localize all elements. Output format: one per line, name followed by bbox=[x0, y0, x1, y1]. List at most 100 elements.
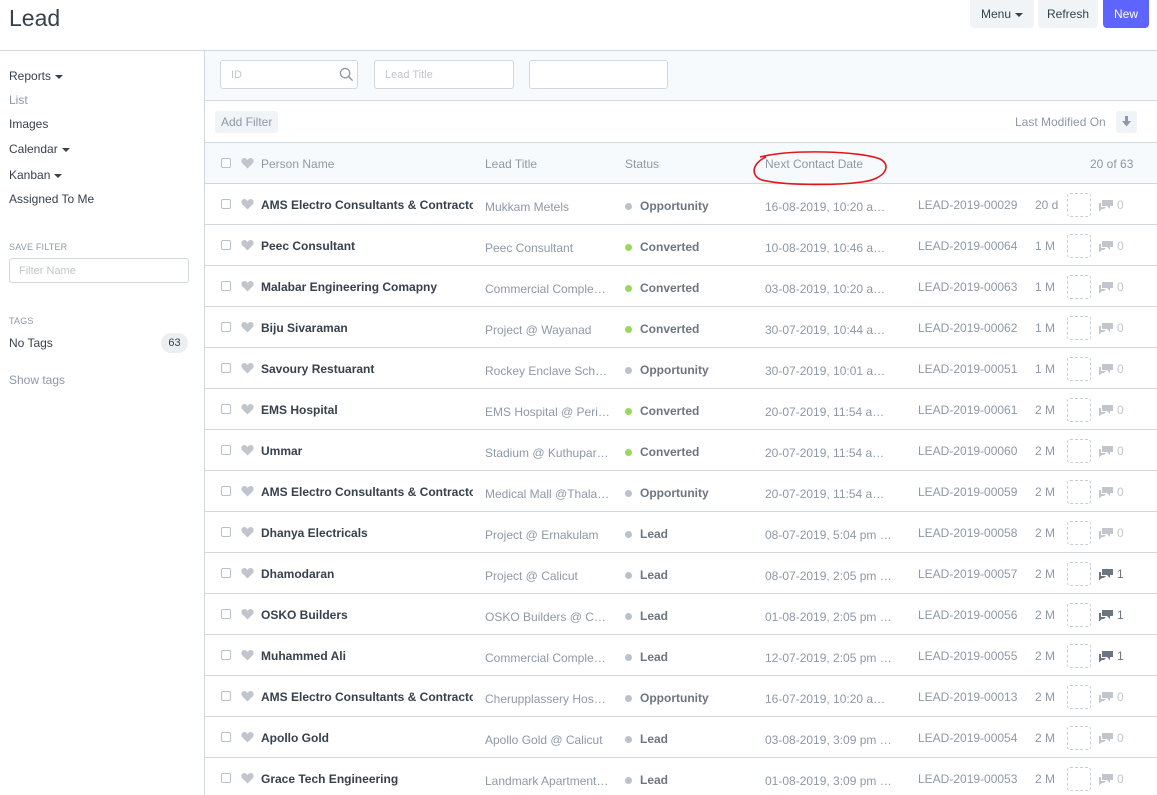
status-badge[interactable]: Lead bbox=[640, 609, 668, 623]
row-checkbox[interactable] bbox=[221, 650, 231, 660]
heart-icon[interactable] bbox=[241, 731, 254, 743]
new-button[interactable]: New bbox=[1103, 0, 1149, 28]
assignee-avatar[interactable] bbox=[1067, 767, 1091, 791]
row-checkbox[interactable] bbox=[221, 691, 231, 701]
status-badge[interactable]: Converted bbox=[640, 281, 699, 295]
status-badge[interactable]: Lead bbox=[640, 568, 668, 582]
person-name[interactable]: Biju Sivaraman bbox=[261, 321, 473, 335]
row-checkbox[interactable] bbox=[221, 363, 231, 373]
header-lead-title[interactable]: Lead Title bbox=[485, 157, 537, 171]
sidebar-item-assigned-to-me[interactable]: Assigned To Me bbox=[9, 192, 94, 206]
table-row[interactable]: AMS Electro Consultants & Contracto Medic… bbox=[205, 471, 1157, 512]
person-name[interactable]: Peec Consultant bbox=[261, 239, 473, 253]
person-name[interactable]: AMS Electro Consultants & Contracto bbox=[261, 198, 473, 212]
sort-order-button[interactable] bbox=[1116, 111, 1137, 133]
table-row[interactable]: Ummar Stadium @ Kuthupara⋯ Converted 20-07-… bbox=[205, 430, 1157, 471]
table-row[interactable]: Savoury Restuarant Rockey Enclave Scheme O… bbox=[205, 348, 1157, 389]
assignee-avatar[interactable] bbox=[1067, 234, 1091, 258]
row-checkbox[interactable] bbox=[221, 486, 231, 496]
status-badge[interactable]: Opportunity bbox=[640, 363, 709, 377]
menu-button[interactable]: Menu bbox=[970, 0, 1034, 28]
row-checkbox[interactable] bbox=[221, 281, 231, 291]
person-name[interactable]: EMS Hospital bbox=[261, 403, 473, 417]
status-badge[interactable]: Opportunity bbox=[640, 199, 709, 213]
assignee-avatar[interactable] bbox=[1067, 398, 1091, 422]
table-row[interactable]: EMS Hospital EMS Hospital @ Perin⋯ Convert… bbox=[205, 389, 1157, 430]
row-checkbox[interactable] bbox=[221, 773, 231, 783]
row-checkbox[interactable] bbox=[221, 199, 231, 209]
heart-icon[interactable] bbox=[241, 198, 254, 210]
assignee-avatar[interactable] bbox=[1067, 275, 1091, 299]
header-next-contact-date[interactable]: Next Contact Date bbox=[765, 157, 863, 171]
status-badge[interactable]: Opportunity bbox=[640, 486, 709, 500]
person-name[interactable]: Malabar Engineering Comapny bbox=[261, 280, 473, 294]
person-name[interactable]: OSKO Builders bbox=[261, 608, 473, 622]
lead-title-filter-input[interactable] bbox=[374, 60, 514, 89]
assignee-avatar[interactable] bbox=[1067, 316, 1091, 340]
row-checkbox[interactable] bbox=[221, 404, 231, 414]
person-name[interactable]: Savoury Restuarant bbox=[261, 362, 473, 376]
row-checkbox[interactable] bbox=[221, 322, 231, 332]
row-checkbox[interactable] bbox=[221, 732, 231, 742]
assignee-avatar[interactable] bbox=[1067, 726, 1091, 750]
sidebar-item-reports[interactable]: Reports bbox=[9, 69, 64, 83]
heart-icon[interactable] bbox=[241, 403, 254, 415]
row-checkbox[interactable] bbox=[221, 527, 231, 537]
sidebar-item-kanban[interactable]: Kanban bbox=[9, 168, 63, 182]
assignee-avatar[interactable] bbox=[1067, 439, 1091, 463]
sidebar-item-images[interactable]: Images bbox=[9, 117, 48, 131]
assignee-avatar[interactable] bbox=[1067, 644, 1091, 668]
assignee-avatar[interactable] bbox=[1067, 521, 1091, 545]
person-name[interactable]: Dhanya Electricals bbox=[261, 526, 473, 540]
table-row[interactable]: Dhanya Electricals Project @ Ernakulam Lea… bbox=[205, 512, 1157, 553]
heart-icon[interactable] bbox=[241, 444, 254, 456]
table-row[interactable]: Biju Sivaraman Project @ Wayanad Converted… bbox=[205, 307, 1157, 348]
select-all-checkbox[interactable] bbox=[221, 158, 231, 168]
table-row[interactable]: Apollo Gold Apollo Gold @ Calicut Lead 03-0… bbox=[205, 717, 1157, 758]
assignee-avatar[interactable] bbox=[1067, 357, 1091, 381]
sort-selector[interactable]: Last Modified On bbox=[1015, 115, 1106, 129]
person-name[interactable]: AMS Electro Consultants & Contracto bbox=[261, 690, 473, 704]
heart-icon[interactable] bbox=[241, 321, 254, 333]
heart-icon[interactable] bbox=[241, 485, 254, 497]
assignee-avatar[interactable] bbox=[1067, 480, 1091, 504]
person-name[interactable]: Muhammed Ali bbox=[261, 649, 473, 663]
heart-icon[interactable] bbox=[241, 526, 254, 538]
sidebar-item-calendar[interactable]: Calendar bbox=[9, 142, 70, 156]
table-row[interactable]: Peec Consultant Peec Consultant Converted 1… bbox=[205, 225, 1157, 266]
table-row[interactable]: Grace Tech Engineering Landmark Apartment… bbox=[205, 758, 1157, 795]
table-row[interactable]: AMS Electro Consultants & Contracto Mukka… bbox=[205, 184, 1157, 225]
row-checkbox[interactable] bbox=[221, 445, 231, 455]
person-name[interactable]: Dhamodaran bbox=[261, 567, 473, 581]
heart-icon[interactable] bbox=[241, 567, 254, 579]
table-row[interactable]: Dhamodaran Project @ Calicut Lead 08-07-201… bbox=[205, 553, 1157, 594]
status-badge[interactable]: Converted bbox=[640, 445, 699, 459]
assignee-avatar[interactable] bbox=[1067, 193, 1091, 217]
status-badge[interactable]: Lead bbox=[640, 732, 668, 746]
status-badge[interactable]: Opportunity bbox=[640, 691, 709, 705]
person-name[interactable]: AMS Electro Consultants & Contracto bbox=[261, 485, 473, 499]
no-tags-filter[interactable]: No Tags bbox=[9, 336, 53, 350]
heart-icon[interactable] bbox=[241, 239, 254, 251]
third-filter-input[interactable] bbox=[529, 60, 668, 89]
table-row[interactable]: OSKO Builders OSKO Builders @ Cali⋯ Lead 01… bbox=[205, 594, 1157, 635]
status-badge[interactable]: Converted bbox=[640, 240, 699, 254]
status-badge[interactable]: Converted bbox=[640, 404, 699, 418]
sidebar-item-list[interactable]: List bbox=[9, 93, 28, 107]
assignee-avatar[interactable] bbox=[1067, 562, 1091, 586]
row-checkbox[interactable] bbox=[221, 568, 231, 578]
heart-icon[interactable] bbox=[241, 362, 254, 374]
row-checkbox[interactable] bbox=[221, 240, 231, 250]
refresh-button[interactable]: Refresh bbox=[1038, 0, 1098, 28]
heart-icon[interactable] bbox=[241, 157, 254, 169]
filter-name-input[interactable] bbox=[9, 258, 189, 283]
id-filter-input[interactable] bbox=[220, 60, 358, 89]
assignee-avatar[interactable] bbox=[1067, 685, 1091, 709]
person-name[interactable]: Ummar bbox=[261, 444, 473, 458]
status-badge[interactable]: Converted bbox=[640, 322, 699, 336]
add-filter-button[interactable]: Add Filter bbox=[215, 111, 279, 133]
person-name[interactable]: Grace Tech Engineering bbox=[261, 772, 473, 786]
show-tags-link[interactable]: Show tags bbox=[9, 373, 65, 387]
heart-icon[interactable] bbox=[241, 690, 254, 702]
person-name[interactable]: Apollo Gold bbox=[261, 731, 473, 745]
